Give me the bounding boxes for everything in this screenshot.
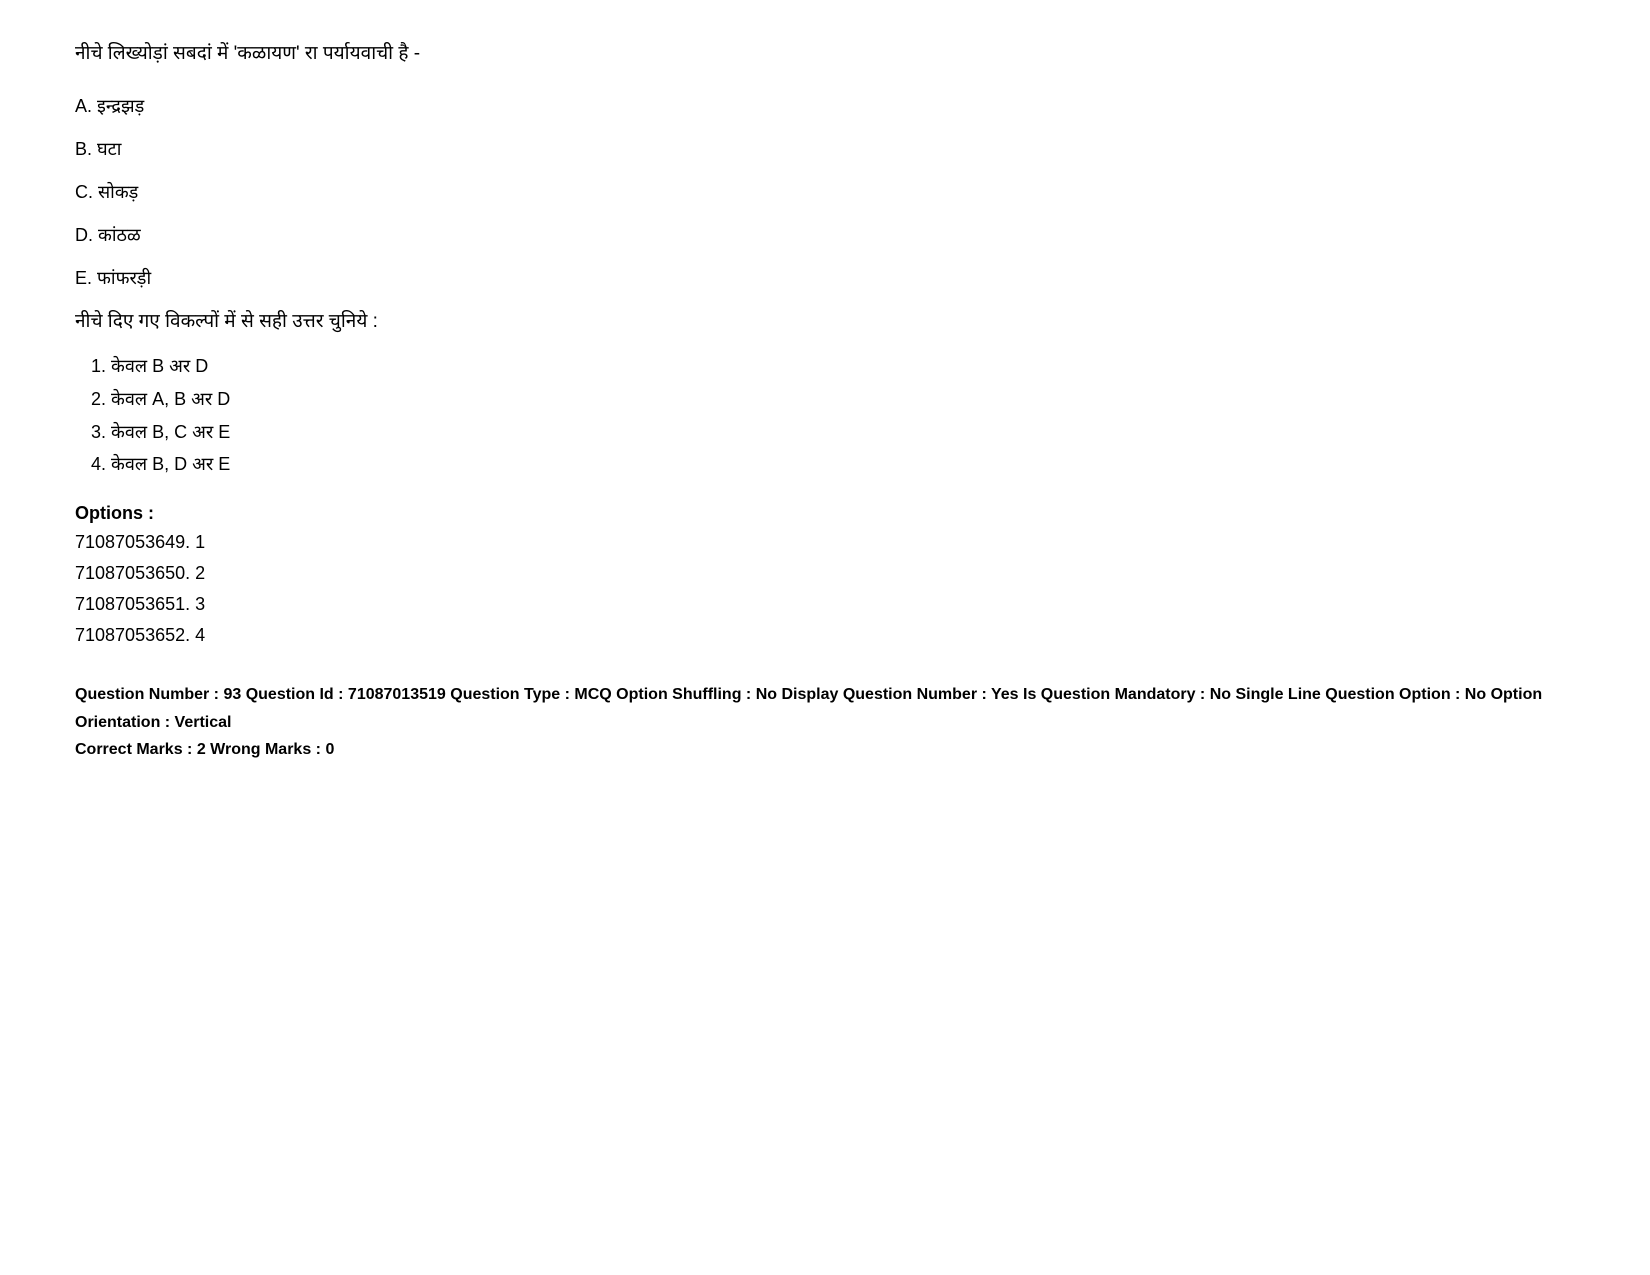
option-d: D. कांठळ	[75, 222, 1575, 249]
options-list: A. इन्द्रझड़ B. घटा C. सोकड़ D. कांठळ E.…	[75, 93, 1575, 292]
answer-option-3: 3. केवल B, C अर E	[91, 418, 1575, 447]
option-a-text: इन्द्रझड़	[97, 96, 144, 116]
option-value-2: 71087053650. 2	[75, 559, 1575, 588]
option-d-label: D.	[75, 225, 93, 245]
answer-option-2-text: केवल A, B अर D	[111, 389, 230, 409]
option-e: E. फांफरड़ी	[75, 265, 1575, 292]
answer-option-1-num: 1.	[91, 356, 106, 376]
option-value-2-val: 2	[195, 563, 205, 583]
option-value-4-id: 71087053652.	[75, 625, 190, 645]
option-value-3-val: 3	[195, 594, 205, 614]
answer-option-4: 4. केवल B, D अर E	[91, 450, 1575, 479]
option-value-1-id: 71087053649.	[75, 532, 190, 552]
option-b-text: घटा	[97, 139, 121, 159]
option-value-4: 71087053652. 4	[75, 621, 1575, 650]
option-c-text: सोकड़	[98, 182, 138, 202]
option-e-label: E.	[75, 268, 92, 288]
answer-options-list: 1. केवल B अर D 2. केवल A, B अर D 3. केवल…	[91, 352, 1575, 479]
option-b-label: B.	[75, 139, 92, 159]
answer-option-4-text: केवल B, D अर E	[111, 454, 230, 474]
option-a: A. इन्द्रझड़	[75, 93, 1575, 120]
meta-line2: Correct Marks : 2 Wrong Marks : 0	[75, 736, 1575, 763]
option-b: B. घटा	[75, 136, 1575, 163]
answer-option-1-text: केवल B अर D	[111, 356, 208, 376]
answer-option-2: 2. केवल A, B अर D	[91, 385, 1575, 414]
option-a-label: A.	[75, 96, 92, 116]
option-value-4-val: 4	[195, 625, 205, 645]
instruction-text: नीचे दिए गए विकल्पों में से सही उत्तर चु…	[75, 308, 1575, 337]
option-e-text: फांफरड़ी	[97, 268, 151, 288]
meta-line1: Question Number : 93 Question Id : 71087…	[75, 681, 1575, 735]
option-value-1: 71087053649. 1	[75, 528, 1575, 557]
meta-info: Question Number : 93 Question Id : 71087…	[75, 681, 1575, 763]
answer-option-3-text: केवल B, C अर E	[111, 422, 230, 442]
question-text: नीचे लिख्योड़ां सबदां में 'कळायण' रा पर्…	[75, 40, 1575, 69]
answer-option-4-num: 4.	[91, 454, 106, 474]
option-value-3-id: 71087053651.	[75, 594, 190, 614]
answer-option-3-num: 3.	[91, 422, 106, 442]
option-value-3: 71087053651. 3	[75, 590, 1575, 619]
option-value-1-val: 1	[195, 532, 205, 552]
option-values-list: 71087053649. 1 71087053650. 2 7108705365…	[75, 528, 1575, 649]
option-value-2-id: 71087053650.	[75, 563, 190, 583]
answer-option-2-num: 2.	[91, 389, 106, 409]
option-c: C. सोकड़	[75, 179, 1575, 206]
option-d-text: कांठळ	[98, 225, 141, 245]
question-container: नीचे लिख्योड़ां सबदां में 'कळायण' रा पर्…	[75, 40, 1575, 763]
answer-option-1: 1. केवल B अर D	[91, 352, 1575, 381]
options-section-label: Options :	[75, 503, 1575, 524]
option-c-label: C.	[75, 182, 93, 202]
